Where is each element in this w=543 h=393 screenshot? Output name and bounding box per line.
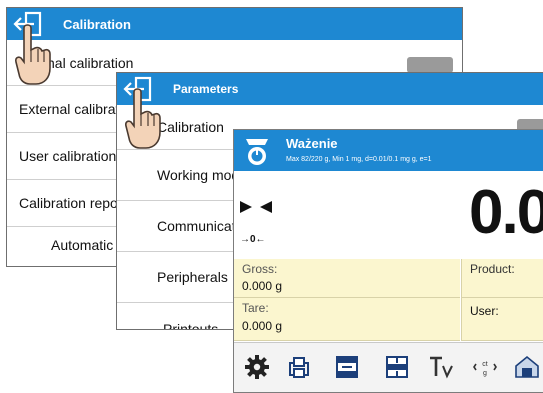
- stability-indicator-icon: [240, 201, 272, 213]
- weighing-title: Ważenie: [286, 136, 338, 151]
- home-icon: [515, 355, 539, 378]
- product-label: Product:: [470, 262, 515, 276]
- product-panel[interactable]: Product:: [461, 259, 543, 298]
- calibration-title: Calibration: [63, 17, 131, 32]
- user-label: User:: [470, 304, 499, 318]
- zero-indicator: →0←: [240, 234, 266, 245]
- gross-panel: Gross: 0.000 g: [234, 259, 460, 298]
- tolerance-icon: [386, 356, 408, 378]
- min-max-button[interactable]: [332, 352, 362, 382]
- text-variable-icon: [430, 356, 453, 379]
- menu-item-label: Peripherals: [157, 269, 228, 285]
- units-icon: ct g: [473, 361, 497, 377]
- weight-value: 0.0: [469, 178, 543, 247]
- menu-item-label: User calibration: [19, 148, 117, 164]
- gross-value: 0.000 g: [242, 279, 283, 293]
- settings-button[interactable]: [242, 352, 272, 382]
- gross-label: Gross:: [242, 262, 278, 276]
- tare-value: 0.000 g: [242, 319, 283, 333]
- weighing-window: Ważenie Max 82/220 g, Min 1 mg, d=0.01/0…: [233, 129, 543, 393]
- scale-icon: [246, 139, 268, 165]
- home-button[interactable]: [512, 352, 542, 382]
- parameters-title: Parameters: [173, 82, 239, 96]
- menu-item-label: Calibration: [157, 119, 224, 135]
- svg-text:g: g: [483, 370, 487, 377]
- tare-panel: Tare: 0.000 g: [234, 298, 460, 341]
- toolbar: ct g: [234, 342, 543, 392]
- parameters-title-bar: Parameters: [117, 73, 543, 105]
- menu-item-label: Printouts: [163, 321, 219, 330]
- svg-text:ct: ct: [482, 361, 488, 368]
- tare-label: Tare:: [242, 301, 269, 315]
- menu-item-label: Automatic: [51, 237, 114, 253]
- user-panel[interactable]: User:: [461, 298, 543, 341]
- tolerance-button[interactable]: [382, 352, 412, 382]
- weighing-title-bar: Ważenie Max 82/220 g, Min 1 mg, d=0.01/0…: [234, 130, 543, 171]
- toggle-switch[interactable]: [407, 57, 453, 73]
- weighing-subtitle: Max 82/220 g, Min 1 mg, d=0.01/0.1 mg g,…: [286, 156, 432, 163]
- pointing-hand-icon: [15, 24, 51, 85]
- print-button[interactable]: [284, 352, 314, 382]
- printer-icon: [289, 357, 309, 378]
- menu-item-label: Calibration report: [19, 195, 127, 211]
- pointing-hand-icon: [125, 88, 161, 149]
- min-max-icon: [336, 356, 358, 378]
- calibration-title-bar: Calibration: [7, 8, 462, 40]
- text-variable-button[interactable]: [426, 352, 456, 382]
- weight-display: →0← 0.0: [234, 171, 543, 248]
- units-button[interactable]: ct g: [470, 352, 500, 382]
- gear-icon: [245, 355, 269, 379]
